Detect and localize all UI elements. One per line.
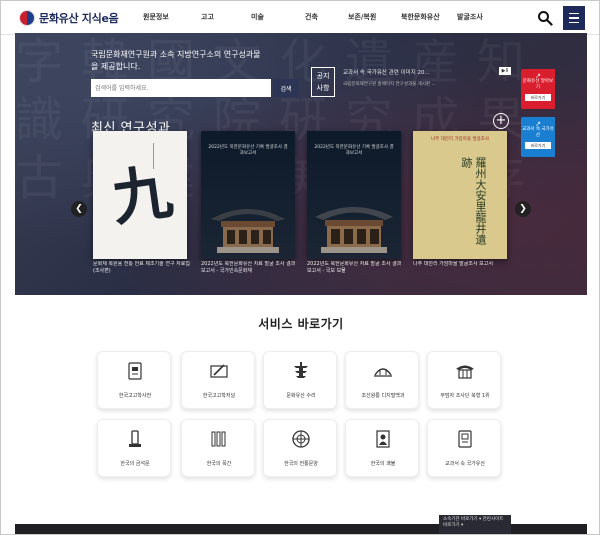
service-label: 문화유산 수리 bbox=[286, 393, 316, 399]
service-label: 한국고고학저널 bbox=[202, 393, 236, 399]
nav-item-archaeology[interactable]: 고고 bbox=[201, 12, 214, 22]
service-label: 한국의 괘불 bbox=[370, 461, 396, 467]
hanok-building-icon bbox=[211, 209, 285, 253]
book-cover-hanja-title: 羅州大安里龍井遺跡 bbox=[460, 157, 487, 245]
search-button[interactable]: 검색 bbox=[273, 79, 299, 97]
research-book-1[interactable]: 九 bbox=[93, 131, 187, 259]
book-cover-title: 나주 대안리 가암마을 발굴조사 bbox=[430, 137, 490, 142]
hanok-icon bbox=[456, 365, 474, 379]
site-logo[interactable]: 문화유산 지식e음 bbox=[19, 10, 119, 26]
notice-subtitle: 국립문화재연구원 홈페이지 연구성과물 게시판 ... bbox=[343, 82, 436, 87]
research-book-1-caption[interactable]: 문화재 복원용 전통 안료 제조기술 연구 자료집(조사편) bbox=[93, 261, 191, 277]
service-card-archaeology-journal[interactable]: 한국고고학저널 bbox=[181, 351, 255, 409]
hero-banner: 字韓國文化遺産知識研究院硏究成果古典建築美術保存 국립문화재연구원과 소속 지방… bbox=[15, 33, 587, 295]
brush-icon bbox=[210, 364, 228, 378]
research-book-2-caption[interactable]: 2022년도 북한문화유산 자료 발굴 조사 결과보고서 - 국가민속문화재 bbox=[201, 261, 299, 277]
quick-link-label: 교과서 속 국가유산 bbox=[522, 127, 554, 138]
cover-text-column bbox=[153, 143, 179, 169]
header: 문화유산 지식e음 원문정보 고고 미술 건축 보존/복원 북한문화유산 발굴조… bbox=[1, 1, 599, 35]
carousel-next-icon[interactable]: ❯ bbox=[515, 201, 531, 217]
book-icon bbox=[128, 362, 142, 380]
nav-item-architecture[interactable]: 건축 bbox=[305, 12, 318, 22]
service-card-inscriptions[interactable]: 한국의 금석문 bbox=[97, 419, 171, 477]
textbook-icon bbox=[458, 430, 472, 448]
service-label: 교과서 속 국가유산 bbox=[445, 461, 485, 467]
nav-item-original-info[interactable]: 원문정보 bbox=[143, 12, 169, 22]
search-icon[interactable] bbox=[537, 10, 553, 26]
calligraphy-cover-art: 九 bbox=[107, 157, 177, 235]
nav-item-art[interactable]: 미술 bbox=[251, 12, 264, 22]
hero-intro-text: 국립문화재연구원과 소속 지방연구소의 연구성과물을 제공합니다. bbox=[91, 50, 261, 71]
dome-icon bbox=[374, 368, 392, 377]
research-book-2[interactable]: 2022년도 북한문화유산 기록 발굴조사 결과보고서 bbox=[201, 131, 295, 259]
more-research-button[interactable]: + bbox=[493, 113, 509, 129]
quick-link-label: 문화유산 알아보기 bbox=[522, 79, 554, 90]
research-book-3[interactable]: 2022년도 북한문화유산 기록 발굴조사 결과보고서 bbox=[307, 131, 401, 259]
quick-link-heritage[interactable]: ↗ 문화유산 알아보기 바로가기 bbox=[521, 69, 555, 109]
site-title: 문화유산 지식e음 bbox=[39, 12, 119, 25]
painting-icon bbox=[376, 430, 390, 448]
service-card-heritage-repair[interactable]: 문화유산 수리 bbox=[263, 351, 337, 409]
nav-item-north-korea-heritage[interactable]: 북한문화유산 bbox=[401, 12, 440, 22]
hanok-building-icon bbox=[315, 207, 393, 253]
nav-item-conservation[interactable]: 보존/복원 bbox=[348, 12, 376, 22]
service-card-archaeology-dictionary[interactable]: 한국고고학사전 bbox=[97, 351, 171, 409]
service-card-gwaebul[interactable]: 한국의 괘불 bbox=[345, 419, 419, 477]
services-title: 서비스 바로가기 bbox=[258, 317, 344, 331]
footer-family-site-dropdown[interactable]: 소속기관 바로가기 ▾ 관련사이트 바로가기 ▾ bbox=[439, 515, 511, 534]
service-label: 한국의 목간 bbox=[206, 461, 232, 467]
hamburger-menu-icon[interactable] bbox=[563, 6, 585, 30]
book-cover-title: 2022년도 북한문화유산 기록 발굴조사 결과보고서 bbox=[208, 145, 288, 156]
research-book-4[interactable]: 나주 대안리 가암마을 발굴조사 羅州大安里龍井遺跡 bbox=[413, 131, 507, 259]
pattern-icon bbox=[292, 430, 310, 448]
service-card-wooden-slips[interactable]: 한국의 목간 bbox=[181, 419, 255, 477]
service-card-royal-tombs[interactable]: 조선왕릉 디지털백과 bbox=[345, 351, 419, 409]
service-label: 조선왕릉 디지털백과 bbox=[361, 393, 405, 399]
pagoda-icon bbox=[294, 362, 308, 378]
notice-title-link[interactable]: 교과서 속 국가유산 관련 이미지 20... bbox=[343, 68, 493, 76]
government-emblem-icon bbox=[19, 10, 35, 26]
service-card-survey[interactable]: 무덤자 조사단 북형 1위 bbox=[427, 351, 501, 409]
carousel-prev-icon[interactable]: ❮ bbox=[71, 201, 87, 217]
page: 문화유산 지식e음 원문정보 고고 미술 건축 보존/복원 북한문화유산 발굴조… bbox=[0, 0, 600, 535]
search-input[interactable] bbox=[91, 79, 271, 97]
service-label: 한국고고학사전 bbox=[118, 393, 152, 399]
research-book-3-caption[interactable]: 2022년도 북한문화유산 자료 발굴 조사 결과보고서 - 국보 보물 bbox=[307, 261, 405, 277]
service-label: 한국의 전통문양 bbox=[284, 461, 318, 467]
book-cover-title: 2022년도 북한문화유산 기록 발굴조사 결과보고서 bbox=[314, 145, 394, 156]
quick-link-textbook[interactable]: ↗ 교과서 속 국가유산 바로가기 bbox=[521, 117, 555, 157]
main-nav: 원문정보 고고 미술 건축 보존/복원 북한문화유산 발굴조사 bbox=[133, 12, 483, 22]
nav-item-excavation[interactable]: 발굴조사 bbox=[457, 12, 483, 22]
notice-play-pause-button[interactable]: ▶II bbox=[499, 67, 511, 75]
quick-link-button[interactable]: 바로가기 bbox=[525, 94, 551, 101]
service-card-textbook-heritage[interactable]: 교과서 속 국가유산 bbox=[427, 419, 501, 477]
service-label: 무덤자 조사단 북형 1위 bbox=[440, 393, 490, 399]
stele-icon bbox=[129, 430, 141, 447]
quick-link-button[interactable]: 바로가기 bbox=[525, 142, 551, 149]
notice-label: 공지 사항 bbox=[311, 67, 335, 97]
research-book-4-caption[interactable]: 나주 대안리 가암마을 발굴조사 보고서 bbox=[413, 261, 511, 277]
service-card-traditional-patterns[interactable]: 한국의 전통문양 bbox=[263, 419, 337, 477]
wood-slips-icon bbox=[211, 431, 226, 447]
service-label: 한국의 금석문 bbox=[120, 461, 150, 467]
